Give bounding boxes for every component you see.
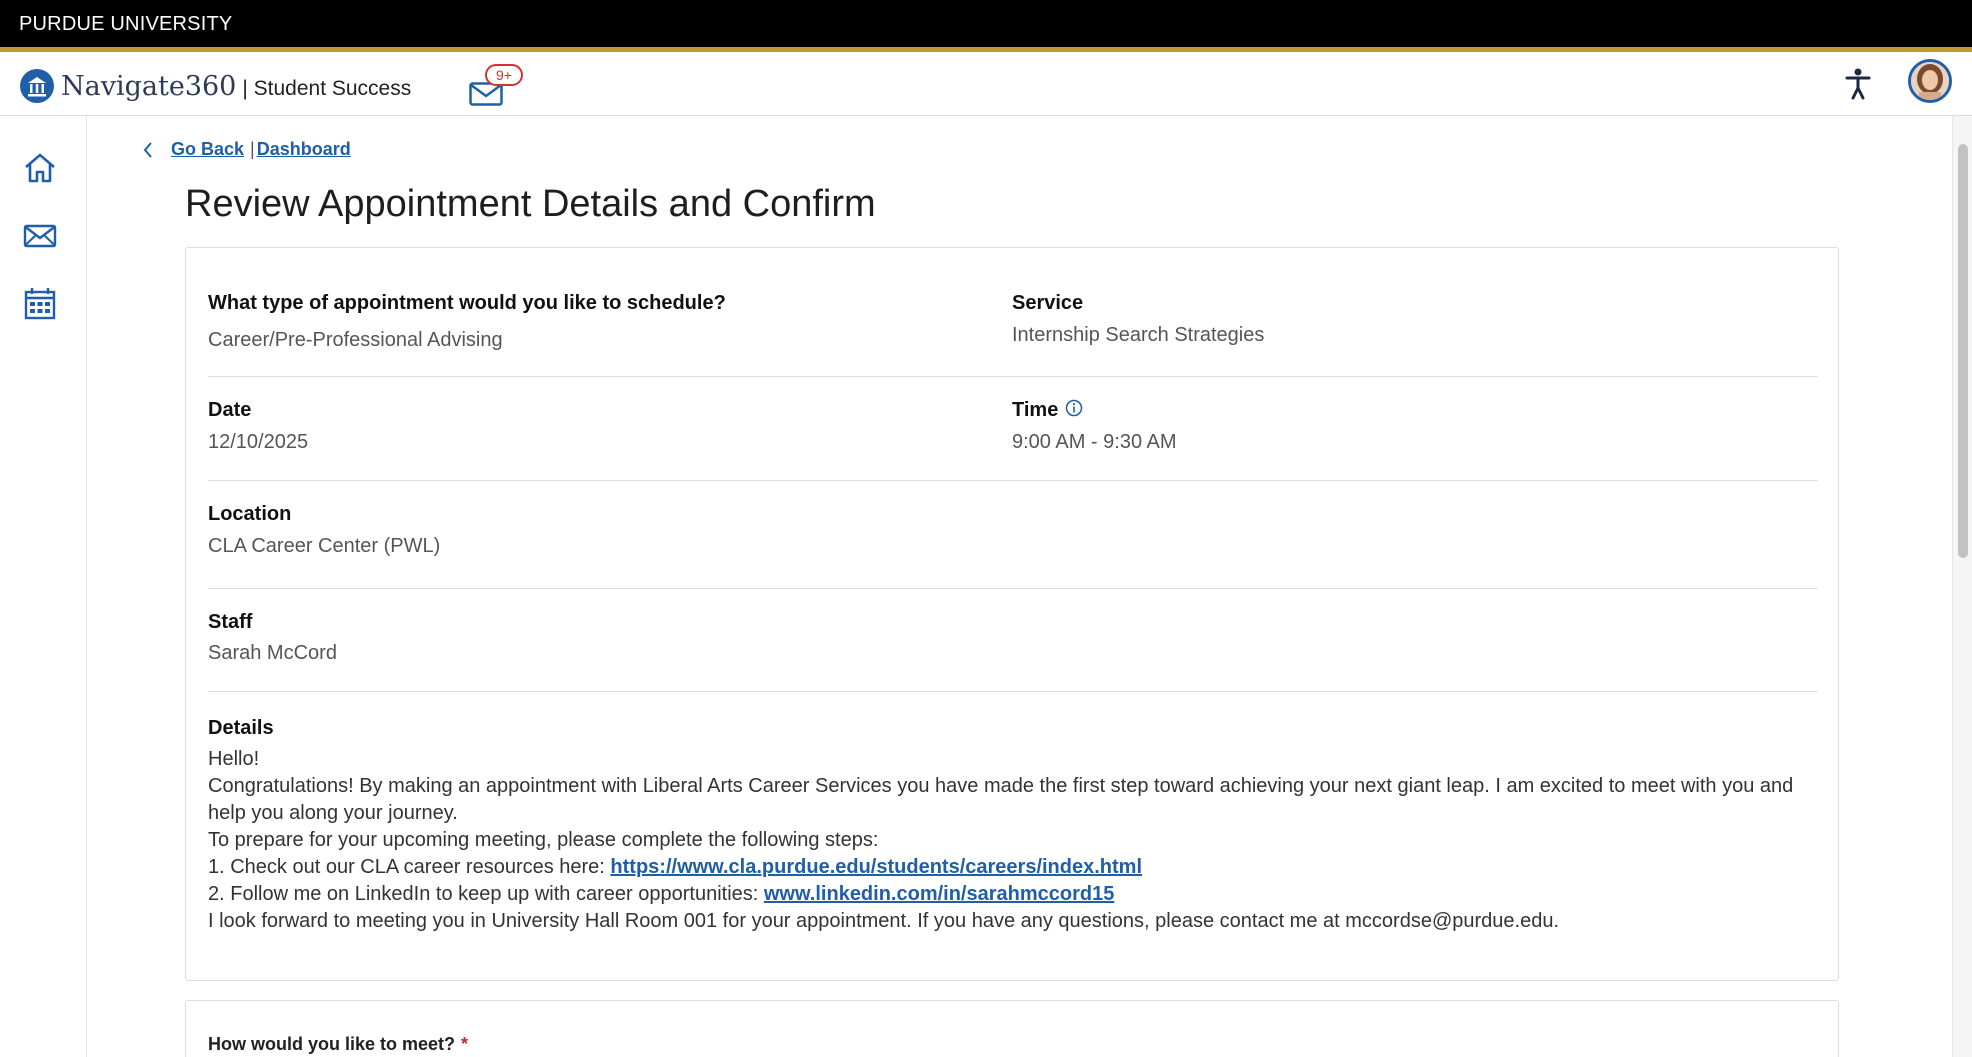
details-closing: I look forward to meeting you in Univers…	[208, 910, 1560, 932]
staff-field: Staff Sarah McCord	[208, 611, 337, 665]
date-value: 12/10/2025	[208, 431, 309, 453]
linkedin-link[interactable]: www.linkedin.com/in/sarahmccord15	[764, 883, 1114, 905]
time-label-wrap: Time	[1012, 399, 1177, 422]
meeting-method-label-wrap: How would you like to meet? *	[208, 1034, 468, 1055]
details-congratulations: Congratulations! By making an appointmen…	[208, 775, 1794, 824]
user-avatar[interactable]	[1908, 59, 1952, 103]
university-name: PURDUE UNIVERSITY	[19, 13, 233, 35]
appointment-summary-card: What type of appointment would you like …	[185, 247, 1839, 981]
staff-row: Staff Sarah McCord	[208, 589, 1818, 692]
left-navigation	[0, 116, 87, 1057]
breadcrumb: Go Back | Dashboard	[141, 139, 351, 160]
details-greeting: Hello!	[208, 748, 260, 770]
cla-careers-link[interactable]: https://www.cla.purdue.edu/students/care…	[610, 856, 1142, 878]
date-label: Date	[208, 399, 252, 421]
service-field: Service Internship Search Strategies	[1012, 292, 1264, 347]
appointment-type-field: What type of appointment would you like …	[208, 292, 726, 352]
location-field: Location CLA Career Center (PWL)	[208, 503, 440, 558]
home-icon[interactable]	[20, 148, 60, 188]
time-field: Time 9:00 AM - 9:30 AM	[1012, 399, 1177, 454]
messages-nav-icon[interactable]	[20, 216, 60, 256]
step-1-text: 1. Check out our CLA career resources he…	[208, 856, 611, 878]
app-name: Navigate360	[61, 71, 237, 102]
staff-value: Sarah McCord	[208, 642, 337, 664]
time-value: 9:00 AM - 9:30 AM	[1012, 431, 1177, 453]
details-label: Details	[208, 717, 274, 739]
unread-count-badge: 9+	[485, 64, 523, 86]
calendar-icon[interactable]	[20, 284, 60, 324]
details-section: Details Hello! Congratulations! By makin…	[208, 717, 1818, 935]
time-label: Time	[1012, 399, 1059, 421]
navigate-logo-icon	[20, 69, 54, 103]
location-row: Location CLA Career Center (PWL)	[208, 481, 1818, 589]
go-back-link[interactable]: Go Back	[171, 139, 244, 160]
required-indicator: *	[461, 1034, 469, 1054]
chevron-left-icon[interactable]	[141, 140, 155, 160]
appointment-type-row: What type of appointment would you like …	[208, 248, 1818, 377]
date-time-row: Date 12/10/2025 Time 9:00 AM - 9:30 AM	[208, 377, 1818, 481]
app-subtitle: | Student Success	[242, 77, 412, 100]
step-2-text: 2. Follow me on LinkedIn to keep up with…	[208, 883, 764, 905]
staff-label: Staff	[208, 611, 253, 633]
service-label: Service	[1012, 292, 1084, 314]
service-value: Internship Search Strategies	[1012, 324, 1265, 346]
user-photo-icon	[1911, 62, 1949, 100]
accessibility-icon[interactable]	[1844, 67, 1872, 101]
app-header: Navigate360 | Student Success 9+	[0, 52, 1972, 116]
details-prepare-intro: To prepare for your upcoming meeting, pl…	[208, 829, 879, 851]
scrollbar-thumb[interactable]	[1958, 144, 1968, 558]
page-scrollbar[interactable]	[1952, 116, 1972, 1057]
appointment-type-label: What type of appointment would you like …	[208, 292, 726, 314]
date-field: Date 12/10/2025	[208, 399, 308, 454]
messages-button[interactable]: 9+	[469, 64, 523, 110]
dashboard-link[interactable]: Dashboard	[257, 139, 351, 160]
page-title: Review Appointment Details and Confirm	[185, 183, 876, 225]
meeting-method-label: How would you like to meet?	[208, 1034, 456, 1054]
location-value: CLA Career Center (PWL)	[208, 535, 441, 557]
info-icon[interactable]	[1065, 399, 1083, 417]
details-step-1: 1. Check out our CLA career resources he…	[208, 854, 1818, 881]
location-label: Location	[208, 503, 292, 525]
details-step-2: 2. Follow me on LinkedIn to keep up with…	[208, 881, 1818, 908]
brand-logo-link[interactable]: Navigate360 | Student Success	[19, 64, 411, 104]
appointment-type-value: Career/Pre-Professional Advising	[208, 329, 503, 351]
breadcrumb-separator: |	[250, 139, 255, 159]
meeting-method-card: How would you like to meet? *	[185, 1000, 1839, 1057]
university-bar: PURDUE UNIVERSITY	[0, 0, 1972, 47]
